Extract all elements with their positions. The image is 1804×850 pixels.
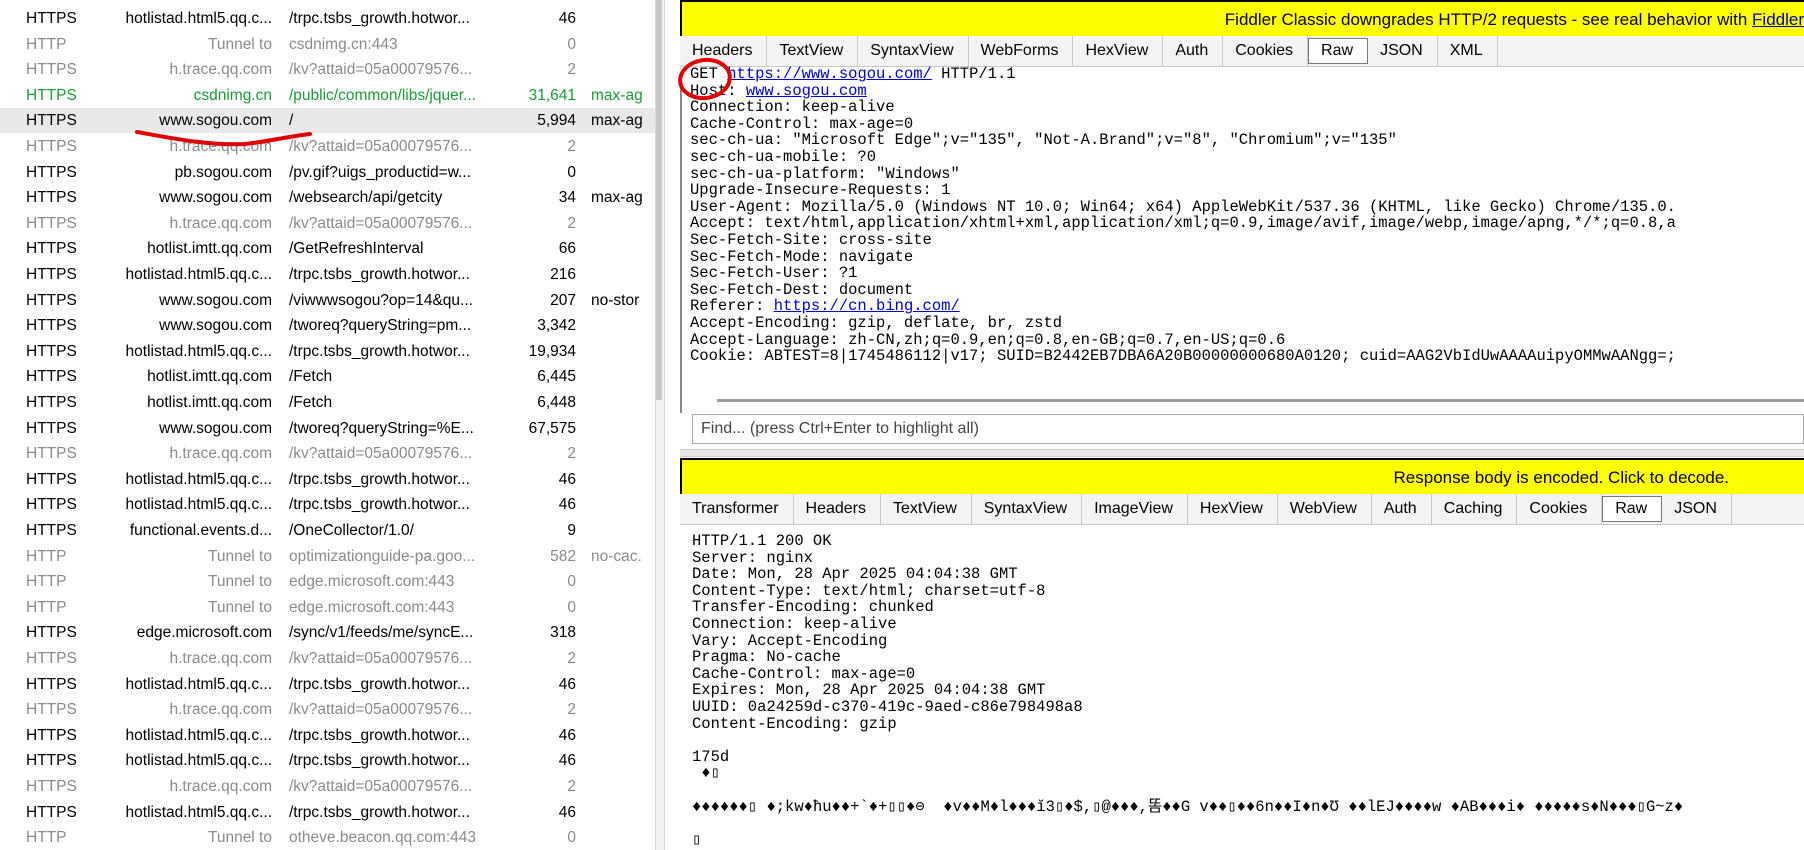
annotation-layer [135,130,312,147]
red-underline-annotation [135,130,312,147]
